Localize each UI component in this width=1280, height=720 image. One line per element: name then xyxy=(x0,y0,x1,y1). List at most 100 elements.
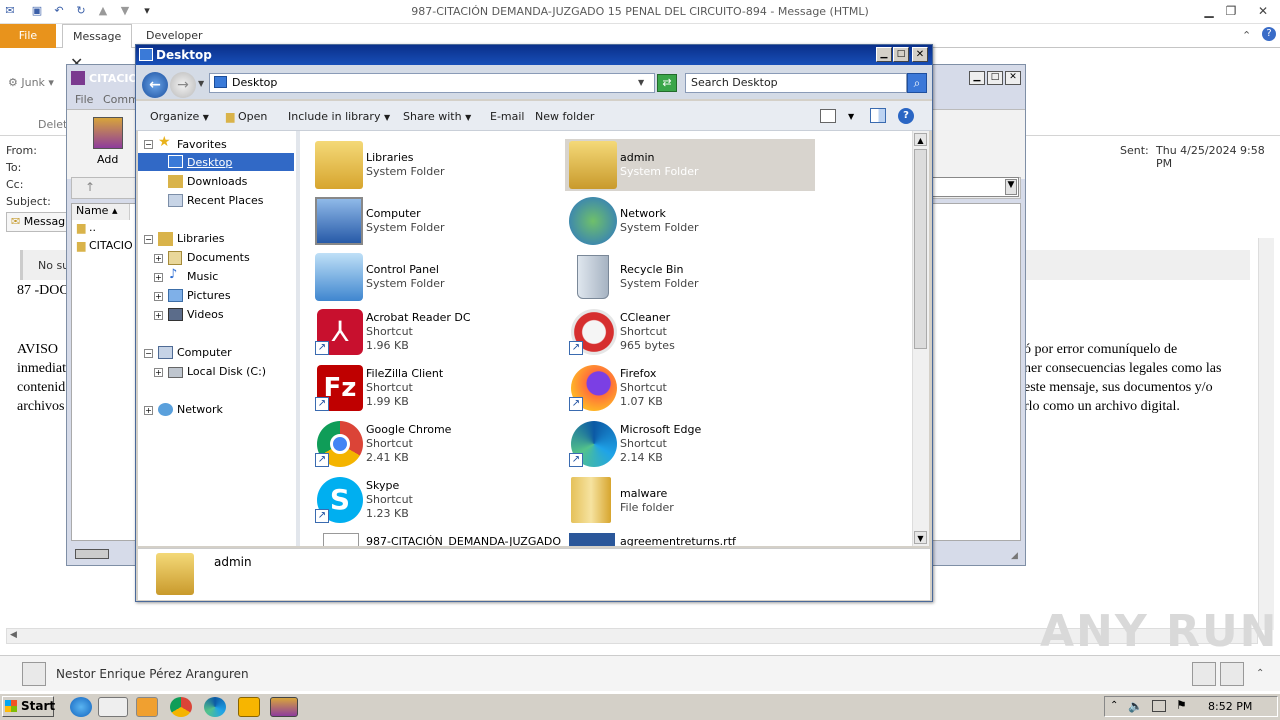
forward-arrow-icon[interactable]: → xyxy=(170,72,196,98)
edge-icon[interactable] xyxy=(204,697,226,717)
winrar-minimize-button[interactable]: ▁ xyxy=(969,71,985,85)
close-button[interactable]: ✕ xyxy=(1254,3,1272,19)
tab-file[interactable]: File xyxy=(0,24,56,48)
explorer-taskbar-icon[interactable] xyxy=(98,697,128,717)
list-item[interactable]: malware File folder xyxy=(569,477,819,529)
people-avatar-icon[interactable] xyxy=(1192,662,1216,686)
address-text[interactable]: Desktop xyxy=(232,76,277,89)
list-item[interactable]: ↗ CCleaner Shortcut 965 bytes xyxy=(569,309,819,361)
list-item[interactable]: Computer System Folder xyxy=(315,197,565,249)
body-vertical-scrollbar[interactable] xyxy=(1258,238,1274,630)
explorer-minimize-button[interactable]: ▁ xyxy=(876,47,892,62)
network-tray-icon[interactable] xyxy=(1152,700,1166,712)
media-player-icon[interactable] xyxy=(136,697,158,717)
explorer-maximize-button[interactable]: □ xyxy=(893,47,909,62)
open-button[interactable]: ▆ Open xyxy=(226,110,267,123)
collapse-icon[interactable]: − xyxy=(144,140,153,149)
expand-icon[interactable]: + xyxy=(154,368,163,377)
tray-expand-icon[interactable]: ⌃ xyxy=(1110,700,1118,711)
nav-music[interactable]: Music xyxy=(187,267,218,286)
winrar-col-name[interactable]: Name ▴ xyxy=(72,204,130,220)
winrar-menu-commands[interactable]: Comm xyxy=(103,93,139,106)
list-item[interactable]: Control Panel System Folder xyxy=(315,253,565,305)
collapse-ribbon-icon[interactable]: ⌃ xyxy=(1242,29,1251,42)
list-item[interactable]: agreementreturns.rtf xyxy=(569,533,819,546)
winrar-menu-file[interactable]: File xyxy=(75,93,93,106)
tab-message[interactable]: Message xyxy=(62,24,133,49)
people-avatar-icon[interactable] xyxy=(1220,662,1244,686)
nav-recent-places[interactable]: Recent Places xyxy=(187,191,264,210)
preview-pane-icon[interactable] xyxy=(870,108,886,123)
list-item[interactable]: ⅄ ↗ Acrobat Reader DC Shortcut 1.96 KB xyxy=(315,309,565,361)
nav-computer[interactable]: Computer xyxy=(177,343,232,362)
new-folder-button[interactable]: New folder xyxy=(535,110,594,123)
list-item[interactable]: Libraries System Folder xyxy=(315,141,565,193)
winrar-taskbar-icon[interactable] xyxy=(270,697,298,717)
nav-local-disk[interactable]: Local Disk (C:) xyxy=(187,362,266,381)
list-item[interactable]: Network System Folder xyxy=(569,197,819,249)
avatar[interactable] xyxy=(22,662,46,686)
message-tab[interactable]: ✉ Messag xyxy=(6,212,68,232)
list-item[interactable]: S ↗ Skype Shortcut 1.23 KB xyxy=(315,477,565,529)
recent-pages-icon[interactable]: ▼ xyxy=(198,79,204,88)
list-item[interactable]: Fz ↗ FileZilla Client Shortcut 1.99 KB xyxy=(315,365,565,417)
search-icon[interactable]: ⌕ xyxy=(907,73,927,93)
nav-videos[interactable]: Videos xyxy=(187,305,224,324)
help-icon[interactable]: ? xyxy=(1262,27,1276,41)
scroll-left-icon[interactable]: ◀ xyxy=(10,630,17,640)
collapse-icon[interactable]: − xyxy=(144,235,153,244)
table-row[interactable]: ▆ .. xyxy=(77,221,96,234)
address-dropdown-icon[interactable]: ▼ xyxy=(638,78,644,87)
chrome-icon[interactable] xyxy=(170,697,192,717)
nav-desktop[interactable]: Desktop xyxy=(187,153,232,172)
resize-grip-icon[interactable]: ◢ xyxy=(1011,551,1018,561)
volume-icon[interactable]: 🔈 xyxy=(1128,699,1143,713)
email-button[interactable]: E-mail xyxy=(490,110,525,123)
up-folder-icon[interactable]: ↑ xyxy=(85,180,95,194)
expand-icon[interactable]: + xyxy=(144,406,153,415)
nav-network[interactable]: Network xyxy=(177,400,223,419)
scroll-up-icon[interactable]: ▲ xyxy=(914,133,927,146)
nav-pictures[interactable]: Pictures xyxy=(187,286,231,305)
list-item[interactable]: ↗ Microsoft Edge Shortcut 2.14 KB xyxy=(569,421,819,473)
change-view-icon[interactable] xyxy=(820,109,836,123)
winrar-maximize-button[interactable]: □ xyxy=(987,71,1003,85)
view-dropdown-icon[interactable]: ▼ xyxy=(848,112,854,121)
expand-icon[interactable]: + xyxy=(154,311,163,320)
collapse-icon[interactable]: − xyxy=(144,349,153,358)
help-icon[interactable]: ? xyxy=(898,108,914,124)
maximize-button[interactable]: ❐ xyxy=(1222,3,1240,19)
expand-people-icon[interactable]: ⌃ xyxy=(1256,668,1264,679)
include-in-library-button[interactable]: Include in library ▼ xyxy=(288,110,390,123)
scroll-down-icon[interactable]: ▼ xyxy=(914,531,927,544)
list-item[interactable]: 987-CITACIÓN_DEMANDA-JUZGADO xyxy=(315,533,565,546)
explorer-close-button[interactable]: ✕ xyxy=(912,47,928,62)
nav-documents[interactable]: Documents xyxy=(187,248,250,267)
minimize-button[interactable]: ▁ xyxy=(1200,3,1218,19)
expand-icon[interactable]: + xyxy=(154,273,163,282)
clock[interactable]: 8:52 PM xyxy=(1208,700,1252,713)
organize-button[interactable]: Organize ▼ xyxy=(150,110,209,123)
nav-favorites[interactable]: Favorites xyxy=(177,135,227,154)
list-item[interactable]: ↗ Google Chrome Shortcut 2.41 KB xyxy=(315,421,565,473)
chevron-down-icon[interactable]: ▼ xyxy=(1005,179,1017,195)
scroll-thumb[interactable] xyxy=(914,149,927,349)
share-with-button[interactable]: Share with ▼ xyxy=(403,110,471,123)
winrar-add-icon[interactable] xyxy=(93,117,123,149)
nav-downloads[interactable]: Downloads xyxy=(187,172,247,191)
outlook-taskbar-icon[interactable] xyxy=(238,697,260,717)
list-item[interactable]: admin System Folder xyxy=(569,141,819,193)
expand-icon[interactable]: + xyxy=(154,254,163,263)
table-row[interactable]: ▆ CITACIO xyxy=(77,239,133,252)
flag-icon[interactable]: ⚑ xyxy=(1176,698,1187,712)
refresh-icon[interactable]: ⇄ xyxy=(657,74,677,92)
sender-name[interactable]: Nestor Enrique Pérez Aranguren xyxy=(56,667,249,681)
ie-icon[interactable] xyxy=(70,697,92,717)
list-item[interactable]: ↗ Firefox Shortcut 1.07 KB xyxy=(569,365,819,417)
list-item[interactable]: Recycle Bin System Folder xyxy=(569,253,819,305)
nav-libraries[interactable]: Libraries xyxy=(177,229,225,248)
expand-icon[interactable]: + xyxy=(154,292,163,301)
back-arrow-icon[interactable]: ← xyxy=(142,72,168,98)
winrar-close-button[interactable]: ✕ xyxy=(1005,71,1021,85)
junk-button[interactable]: ⚙ Junk ▾ xyxy=(8,76,54,89)
